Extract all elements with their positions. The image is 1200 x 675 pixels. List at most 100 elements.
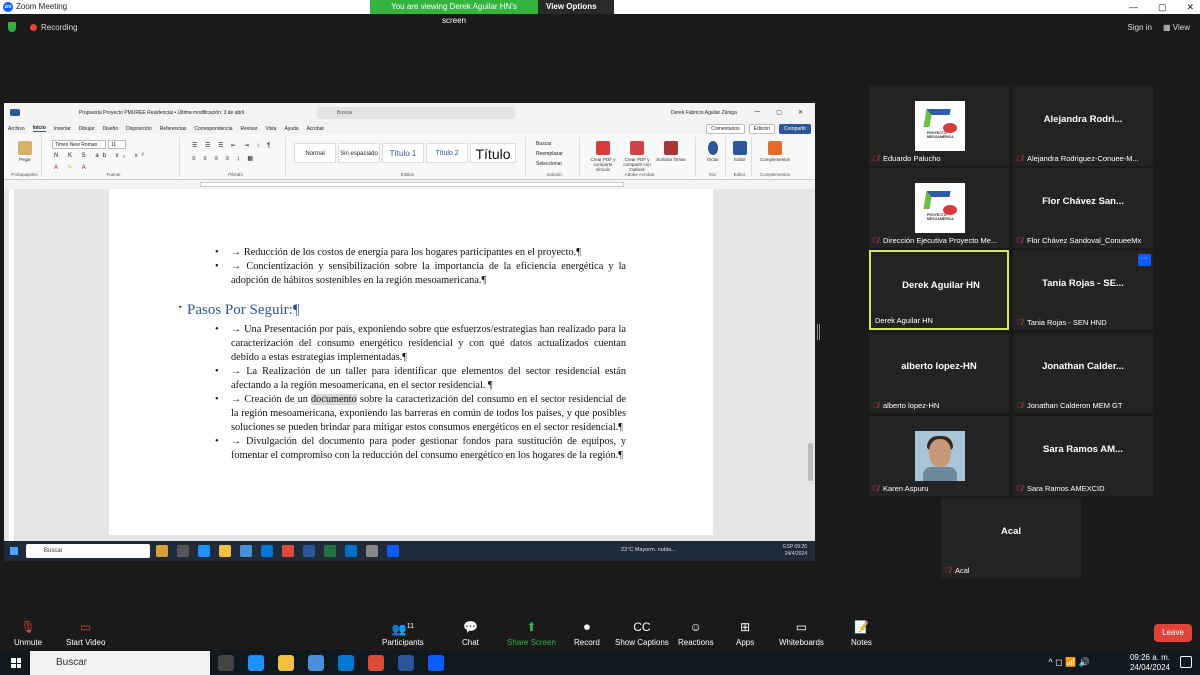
shared-clock: ESP 09:26 24/4/2024	[783, 544, 807, 557]
menu-dibujar[interactable]: Dibujar	[79, 126, 95, 132]
shield-icon[interactable]	[8, 22, 16, 32]
menu-referencias[interactable]: Referencias	[160, 126, 187, 132]
notification-icon[interactable]	[1180, 656, 1192, 668]
participant-tile[interactable]: Tania Rojas - SE... 🎙̸ Tania Rojas - SEN H…	[1013, 250, 1153, 330]
system-tray[interactable]: ^ ◻ 📶 🔊	[1048, 657, 1090, 668]
more-options-icon[interactable]: ···	[1138, 254, 1151, 266]
reactions-button[interactable]: ☺ Reactions	[678, 620, 714, 647]
chrome-icon	[282, 545, 294, 557]
participant-tile[interactable]: 🎙̸ Karen Aspuru	[869, 416, 1009, 496]
style-heading1[interactable]: Título 1	[382, 143, 424, 163]
task-view-icon[interactable]	[218, 655, 234, 671]
pdf-outlook-button[interactable]: Crear PDF y compartir con Outlook	[622, 141, 652, 172]
participant-tile[interactable]: Jonathan Calder... 🎙̸ Jonathan Calderon ME…	[1013, 333, 1153, 413]
word-minimize-icon[interactable]: —	[754, 109, 760, 116]
list-item: → Reducción de los costos de energía par…	[215, 246, 626, 260]
taskbar-search-box[interactable]: Buscar	[30, 651, 210, 675]
edit-mode-button[interactable]: Edición	[748, 124, 776, 134]
participant-tile[interactable]: Derek Aguilar HN Derek Aguilar HN	[869, 250, 1009, 330]
format-buttons[interactable]: N K S ab x₂ x²	[54, 153, 148, 159]
notes-button[interactable]: 📝 Notes	[851, 620, 872, 647]
pdf-share-button[interactable]: Crear PDF y compartir vínculo	[588, 141, 618, 172]
addins-button[interactable]: Complementos	[760, 141, 790, 162]
whiteboards-button[interactable]: ▭ Whiteboards	[779, 620, 824, 647]
share-screen-button[interactable]: ⬆ Share Screen	[507, 620, 556, 647]
paragraph-buttons[interactable]: ☰ ☰ ☰ ⇤ ⇥ ↕ ¶	[192, 142, 273, 149]
comments-button[interactable]: Comentarios	[706, 124, 745, 134]
word-search-box[interactable]: Buscar	[317, 107, 515, 119]
menu-revisar[interactable]: Revisar	[240, 126, 257, 132]
zoom-icon[interactable]	[428, 655, 444, 671]
participant-name-label: Acal	[955, 566, 970, 575]
menu-ayuda[interactable]: Ayuda	[284, 126, 298, 132]
document-scrollbar[interactable]	[808, 443, 813, 481]
start-video-button[interactable]: ▭ Start Video	[66, 620, 105, 647]
request-signatures-button[interactable]: Solicitar firmas	[656, 141, 686, 162]
menu-acrobat[interactable]: Acrobat	[307, 126, 324, 132]
windows-start-icon[interactable]	[11, 658, 21, 668]
edge-icon[interactable]	[248, 655, 264, 671]
menu-diseno[interactable]: Diseño	[103, 126, 119, 132]
record-button[interactable]: ⏺ Record	[574, 620, 600, 647]
word-maximize-icon[interactable]: ▢	[776, 109, 782, 116]
word-close-icon[interactable]: ✕	[798, 109, 803, 116]
view-button[interactable]: ▦ View	[1163, 23, 1190, 32]
find-button[interactable]: Buscar	[536, 141, 552, 147]
sign-in-link[interactable]: Sign in	[1128, 23, 1152, 32]
dictate-button[interactable]: Dictar	[698, 141, 728, 162]
style-no-spacing[interactable]: Sin espaciado	[338, 143, 380, 163]
view-options-button[interactable]: View Options	[538, 0, 614, 14]
mail-icon[interactable]	[338, 655, 354, 671]
highlighted-word[interactable]: documento	[311, 394, 357, 405]
menu-vista[interactable]: Vista	[265, 126, 276, 132]
participant-tile[interactable]: Sara Ramos AM... 🎙̸ Sara Ramos AMEXCID	[1013, 416, 1153, 496]
share-doc-button[interactable]: Compartir	[779, 124, 811, 134]
file-explorer-icon[interactable]	[278, 655, 294, 671]
chat-button[interactable]: 💬 Chat	[462, 620, 479, 647]
editor-button[interactable]: Editor	[725, 141, 755, 162]
panel-resize-handle[interactable]	[817, 324, 820, 340]
minimize-button[interactable]: —	[1129, 0, 1138, 14]
participant-label: 🎙̸ Jonathan Calderon MEM GT	[1017, 401, 1149, 410]
menu-insertar[interactable]: Insertar	[54, 126, 71, 132]
menu-inicio[interactable]: Inicio	[32, 125, 46, 132]
recording-indicator[interactable]: Recording	[30, 23, 77, 32]
participant-tile[interactable]: PROYECTO MESOAMÉRICA 🎙̸ Dirección Ejecutiv…	[869, 168, 1009, 248]
participant-tile[interactable]: Acal 🎙̸ Acal	[941, 498, 1081, 578]
menu-archivo[interactable]: Archivo	[8, 126, 25, 132]
participant-display-name: Alejandra Rodri...	[1043, 113, 1123, 125]
participant-tile[interactable]: Flor Chávez San... 🎙̸ Flor Chávez Sandoval…	[1013, 168, 1153, 248]
style-heading2[interactable]: Título 2	[426, 143, 468, 163]
maximize-button[interactable]: ▢	[1158, 0, 1167, 14]
document-page[interactable]: → Reducción de los costos de energía par…	[109, 189, 713, 535]
participant-tile[interactable]: PROYECTO MESOAMÉRICA 🎙̸ Eduardo Palucho	[869, 86, 1009, 166]
autosave-icon[interactable]	[10, 109, 20, 116]
chrome-icon[interactable]	[368, 655, 384, 671]
participant-display-name: Tania Rojas - SE...	[1042, 277, 1124, 289]
word-icon[interactable]	[398, 655, 414, 671]
taskbar-clock[interactable]: 09:26 a. m. 24/04/2024	[1130, 653, 1170, 673]
muted-mic-icon: 🎙̸	[873, 484, 879, 493]
leave-button[interactable]: Leave	[1154, 624, 1192, 642]
menu-correspondencia[interactable]: Correspondencia	[194, 126, 232, 132]
participant-tile[interactable]: Alejandra Rodri... 🎙̸ Alejandra Rodriguez-…	[1013, 86, 1153, 166]
captions-button[interactable]: CC Show Captions	[615, 620, 669, 647]
close-button[interactable]: ✕	[1186, 0, 1194, 14]
participants-button[interactable]: 👥11 Participants	[382, 620, 424, 647]
unmute-button[interactable]: 🎙 Unmute	[14, 620, 42, 647]
store-icon[interactable]	[308, 655, 324, 671]
apps-button[interactable]: ⊞ Apps	[736, 620, 754, 647]
font-size-select[interactable]: 11	[108, 140, 126, 149]
font-name-select[interactable]: Times New Roman	[52, 140, 106, 149]
align-buttons[interactable]: ≡ ≡ ≡ ≡ ↨ ▦	[192, 155, 256, 162]
select-button[interactable]: Seleccionar	[536, 161, 562, 167]
participant-tile[interactable]: alberto lopez-HN 🎙̸ alberto lopez-HN	[869, 333, 1009, 413]
participant-name-label: Derek Aguilar HN	[875, 316, 933, 325]
style-title[interactable]: Título	[470, 143, 516, 163]
mail-icon	[261, 545, 273, 557]
style-normal[interactable]: Normal	[294, 143, 336, 163]
paste-button[interactable]: Pegar	[10, 141, 40, 162]
replace-button[interactable]: Reemplazar	[536, 151, 563, 157]
menu-disposicion[interactable]: Disposición	[126, 126, 152, 132]
highlight-buttons[interactable]: A ✎ A	[54, 164, 90, 171]
